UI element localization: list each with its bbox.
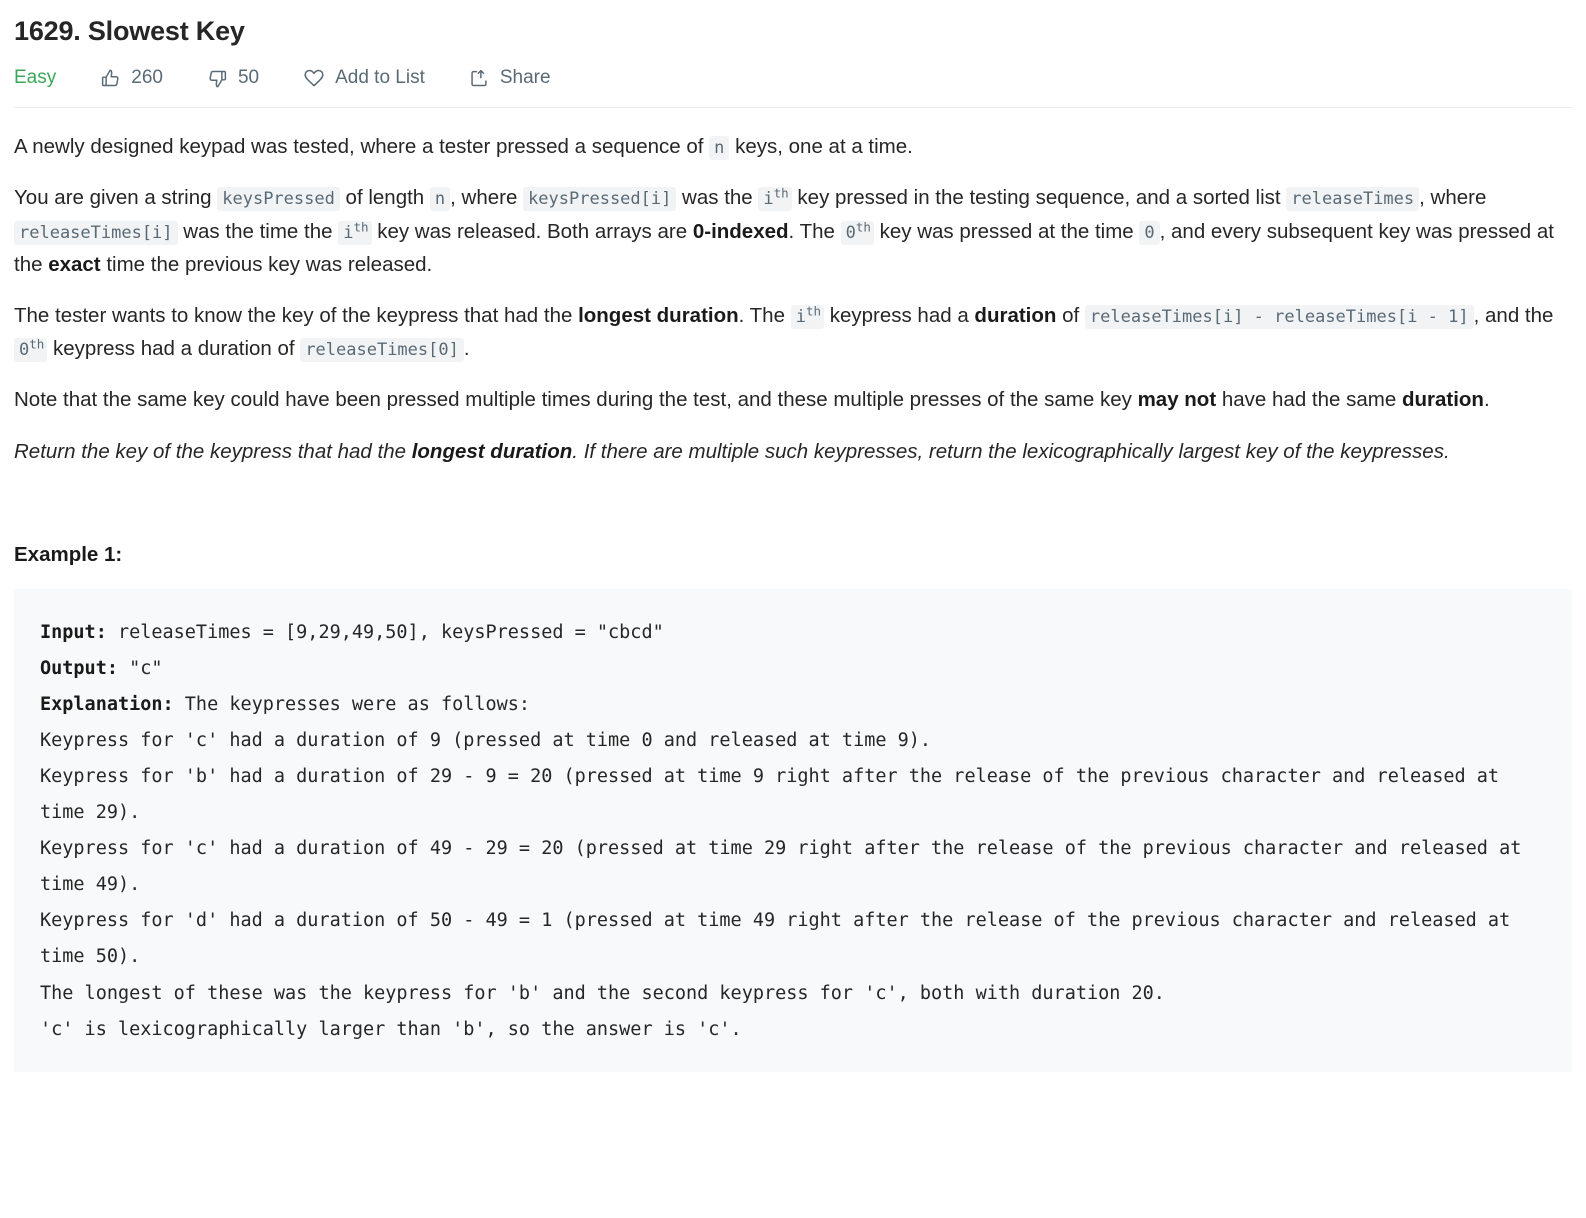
example-heading: Example 1: [14, 542, 123, 566]
add-to-list-button[interactable]: Add to List [303, 67, 425, 89]
share-button[interactable]: Share [469, 67, 551, 89]
add-to-list-label: Add to List [335, 67, 425, 89]
explanation-line: The longest of these was the keypress fo… [40, 982, 1165, 1004]
p1-text-2: keys, one at a time. [729, 135, 913, 159]
p3-text-6: keypress had a duration of [47, 337, 301, 361]
description-paragraph-4: Note that the same key could have been p… [14, 383, 1572, 416]
code-releasetimes-i: releaseTimes[i] [14, 220, 178, 245]
code-releasetimes: releaseTimes [1286, 187, 1420, 212]
explanation-line: Keypress for 'c' had a duration of 9 (pr… [40, 730, 932, 752]
code-ith-sup: th [773, 185, 789, 201]
description-paragraph-3: The tester wants to know the key of the … [14, 299, 1572, 365]
p2-text-6: , where [1419, 186, 1487, 210]
explanation-line: Keypress for 'b' had a duration of 29 - … [40, 766, 1511, 824]
p5-text-1: Return the key of the keypress that had … [14, 439, 412, 463]
code-ith-base: i [343, 222, 354, 243]
p4-text-2: have had the same [1216, 388, 1402, 412]
code-ith-1: ith [758, 185, 792, 212]
description-paragraph-5: Return the key of the keypress that had … [14, 435, 1572, 468]
explanation-value: The keypresses were as follows: [173, 694, 531, 716]
description-paragraph-2: You are given a string keysPressed of le… [14, 181, 1572, 281]
p5-text-2: . If there are multiple such keypresses,… [572, 439, 1450, 463]
p4-bold-may-not: may not [1137, 388, 1217, 412]
code-duration-formula: releaseTimes[i] - releaseTimes[i - 1] [1084, 304, 1474, 329]
code-zero: 0 [1139, 220, 1160, 245]
p2-text-3: , where [450, 186, 524, 210]
thumbs-up-icon [100, 68, 121, 89]
code-ith-sup: th [353, 218, 369, 234]
p3-text-4: of [1056, 303, 1085, 327]
explanation-line: Keypress for 'd' had a duration of 50 - … [40, 910, 1522, 968]
code-n: n [429, 187, 451, 212]
code-0th-sup: th [855, 218, 871, 234]
code-releasetimes-0: releaseTimes[0] [300, 338, 464, 363]
thumbs-down-icon [207, 68, 228, 89]
p5-bold-longest-duration: longest duration [411, 439, 573, 463]
p4-text-1: Note that the same key could have been p… [14, 388, 1138, 412]
p4-text-3: . [1483, 388, 1490, 412]
explanation-label: Explanation: [40, 694, 174, 716]
p3-text-5: , and the [1473, 303, 1554, 327]
p2-text-2: of length [339, 186, 430, 210]
problem-meta-bar: Easy 260 50 Add to List Share [14, 49, 1572, 107]
p3-text-7: . [463, 337, 470, 361]
code-ith-sup: th [805, 303, 821, 319]
p2-text-4: was the [676, 186, 759, 210]
code-0th-2: 0th [14, 336, 48, 363]
code-ith-2: ith [338, 218, 372, 245]
p2-text-9: . The [788, 219, 841, 243]
code-0th-1: 0th [840, 218, 874, 245]
p3-text-1: The tester wants to know the key of the … [14, 303, 579, 327]
like-button[interactable]: 260 [100, 67, 163, 89]
example-code-block: Input: releaseTimes = [9,29,49,50], keys… [14, 588, 1572, 1072]
explanation-line: Keypress for 'c' had a duration of 49 - … [40, 838, 1533, 896]
code-0th-base: 0 [19, 340, 30, 361]
p2-text-5: key pressed in the testing sequence, and… [791, 186, 1287, 210]
difficulty-badge: Easy [14, 67, 57, 89]
share-label: Share [499, 67, 551, 89]
input-label: Input: [40, 621, 107, 643]
p3-bold-duration: duration [974, 303, 1057, 327]
p2-text-10: key was pressed at the time [873, 219, 1140, 243]
p2-text-7: was the time the [177, 219, 339, 243]
input-value: releaseTimes = [9,29,49,50], keysPressed… [106, 621, 664, 643]
p3-text-3: keypress had a [824, 303, 975, 327]
code-ith-base: i [795, 306, 806, 327]
heart-icon [303, 67, 325, 89]
p3-bold-longest-duration: longest duration [578, 303, 739, 327]
like-count: 260 [131, 67, 163, 89]
description-paragraph-1: A newly designed keypad was tested, wher… [14, 130, 1572, 163]
p1-text-1: A newly designed keypad was tested, wher… [14, 135, 710, 159]
page-title: 1629. Slowest Key [14, 16, 245, 46]
explanation-line: 'c' is lexicographically larger than 'b'… [40, 1018, 742, 1040]
problem-page: 1629. Slowest Key Easy 260 50 Add to Lis… [0, 0, 1586, 1072]
code-keyspressed-i: keysPressed[i] [523, 187, 677, 212]
share-icon [469, 68, 490, 89]
problem-description: A newly designed keypad was tested, wher… [14, 108, 1572, 1072]
code-keyspressed: keysPressed [217, 187, 340, 212]
code-ith-3: ith [790, 303, 824, 329]
p2-text-1: You are given a string [14, 186, 218, 210]
p2-text-12: time the previous key was released. [100, 252, 433, 276]
code-ith-base: i [763, 189, 774, 210]
code-0th-sup: th [29, 336, 45, 352]
dislike-count: 50 [237, 67, 260, 89]
p4-bold-duration: duration [1401, 388, 1484, 412]
output-value: "c" [117, 657, 163, 679]
p2-bold-exact: exact [48, 252, 101, 276]
code-n: n [709, 136, 730, 161]
p2-bold-0indexed: 0-indexed [692, 219, 789, 243]
p2-text-8: key was released. Both arrays are [371, 219, 693, 243]
code-0th-base: 0 [845, 222, 856, 243]
dislike-button[interactable]: 50 [207, 67, 259, 89]
p3-text-2: . The [738, 303, 791, 327]
output-label: Output: [40, 657, 118, 679]
